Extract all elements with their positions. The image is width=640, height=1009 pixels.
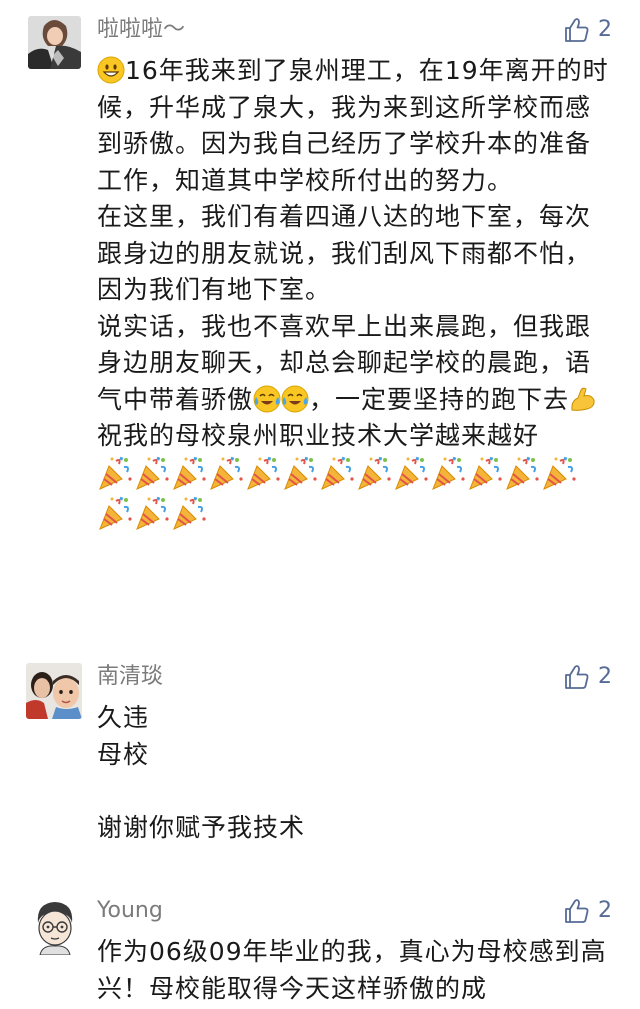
like-button[interactable]: 2 — [564, 896, 612, 926]
thumbs-up-icon — [564, 17, 590, 43]
party-popper-icon — [393, 455, 429, 491]
grinning-face-icon — [97, 56, 125, 84]
party-popper-icon — [171, 495, 207, 531]
avatar[interactable] — [26, 663, 82, 719]
avatar[interactable] — [28, 16, 81, 69]
flexed-biceps-icon — [569, 385, 597, 413]
comment-text: 16年我来到了泉州理工，在19年离开的时候，升华成了泉大，我为来到这所学校而感到… — [97, 53, 612, 535]
party-popper-icon — [282, 455, 318, 491]
like-count: 2 — [598, 17, 612, 42]
tears-of-joy-icon — [281, 385, 309, 413]
like-button[interactable]: 2 — [564, 662, 612, 692]
party-popper-row — [97, 455, 612, 495]
party-popper-icon — [134, 495, 170, 531]
party-popper-row — [97, 495, 612, 535]
party-popper-icon — [467, 455, 503, 491]
party-popper-icon — [319, 455, 355, 491]
party-popper-icon — [430, 455, 466, 491]
party-popper-icon — [171, 455, 207, 491]
commenter-name[interactable]: Young — [97, 896, 163, 926]
commenter-name[interactable]: 南清琰 — [97, 662, 163, 692]
thumbs-up-icon — [564, 898, 590, 924]
party-popper-icon — [541, 455, 577, 491]
party-popper-icon — [134, 455, 170, 491]
party-popper-icon — [356, 455, 392, 491]
party-popper-icon — [504, 455, 540, 491]
like-button[interactable]: 2 — [564, 15, 612, 45]
party-popper-icon — [245, 455, 281, 491]
tears-of-joy-icon — [253, 385, 281, 413]
comment-text: 作为06级09年毕业的我，真心为母校感到高兴！母校能取得今天这样骄傲的成 — [97, 937, 607, 1003]
commenter-name[interactable]: 啦啦啦～ — [97, 15, 185, 45]
party-popper-icon — [97, 495, 133, 531]
like-count: 2 — [598, 898, 612, 923]
avatar[interactable] — [26, 897, 84, 955]
party-popper-icon — [97, 455, 133, 491]
party-popper-icon — [208, 455, 244, 491]
comment-text: 久违 母校 谢谢你赋予我技术 — [97, 703, 306, 842]
thumbs-up-icon — [564, 664, 590, 690]
like-count: 2 — [598, 664, 612, 689]
